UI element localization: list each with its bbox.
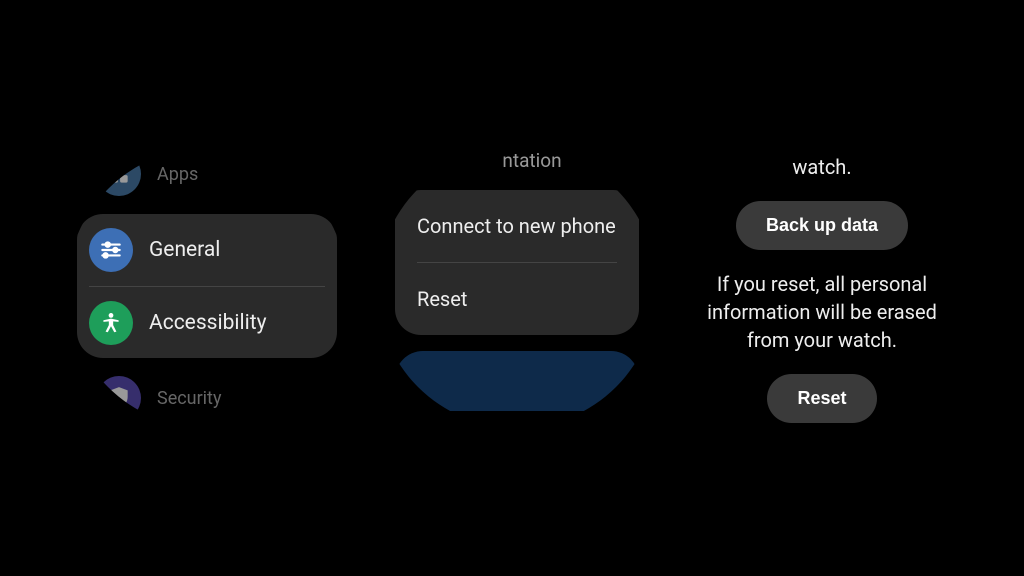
sliders-icon: [89, 228, 133, 272]
top-text-fragment: watch.: [792, 153, 851, 181]
settings-list-screen: Apps General: [67, 148, 347, 428]
reset-warning-text: If you reset, all personal information w…: [687, 270, 957, 354]
apps-icon: [97, 152, 141, 196]
accessibility-icon: [89, 301, 133, 345]
accessibility-label: Accessibility: [149, 311, 267, 335]
settings-item-accessibility[interactable]: Accessibility: [89, 286, 325, 358]
settings-center-card: General Accessibility: [77, 214, 337, 358]
orientation-label: ntation: [502, 149, 561, 172]
reset-item[interactable]: Reset: [417, 262, 617, 335]
bottom-partial-card[interactable]: [395, 351, 639, 411]
shield-icon: [97, 376, 141, 420]
settings-item-apps[interactable]: Apps: [87, 148, 327, 210]
settings-item-general[interactable]: General: [77, 214, 337, 286]
connect-new-phone-item[interactable]: Connect to new phone: [417, 190, 617, 262]
general-menu-screen: ntation Connect to new phone Reset: [377, 148, 657, 428]
settings-item-security[interactable]: Security: [87, 362, 327, 428]
apps-label: Apps: [157, 164, 198, 185]
reset-confirm-screen: watch. Back up data If you reset, all pe…: [687, 153, 957, 423]
backup-data-button[interactable]: Back up data: [736, 201, 908, 250]
general-menu-card: Connect to new phone Reset: [395, 190, 639, 335]
reset-button[interactable]: Reset: [767, 374, 876, 423]
general-label: General: [149, 238, 220, 262]
orientation-item[interactable]: ntation: [395, 148, 639, 190]
security-label: Security: [157, 388, 221, 409]
